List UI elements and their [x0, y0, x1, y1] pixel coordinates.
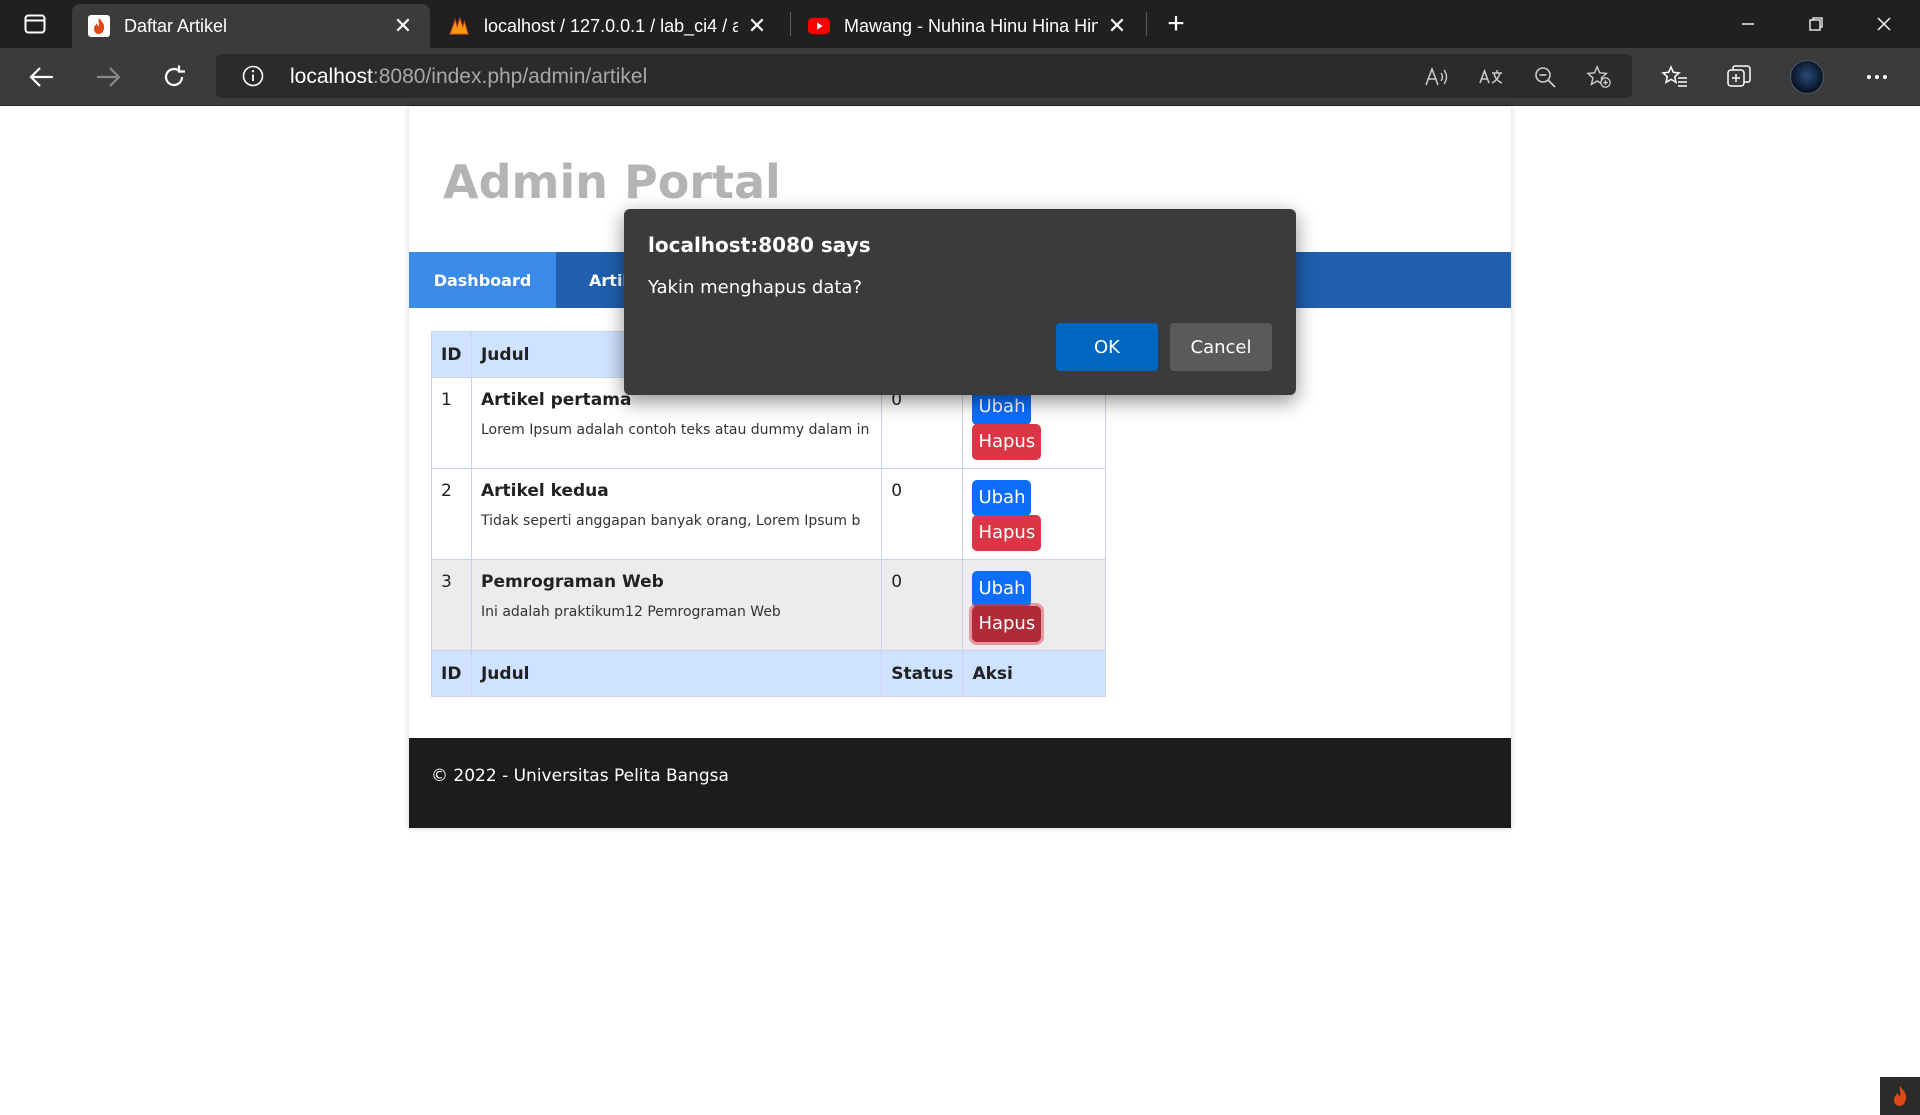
- hapus-button[interactable]: Hapus: [972, 515, 1042, 551]
- cancel-button[interactable]: Cancel: [1170, 323, 1272, 371]
- artikel-title: Pemrograman Web: [480, 572, 664, 592]
- cell-status: 0: [881, 559, 964, 651]
- artikel-excerpt: Ini adalah praktikum12 Pemrograman Web: [480, 604, 781, 620]
- cell-aksi: UbahHapus: [962, 468, 1106, 560]
- tab-phpmyadmin[interactable]: localhost / 127.0.0.1 / lab_ci4 / ar ✕: [432, 4, 784, 48]
- dialog-message: Yakin menghapus data?: [648, 277, 863, 298]
- phpmyadmin-icon: [448, 15, 470, 37]
- youtube-icon: [808, 15, 830, 37]
- add-favorite-icon[interactable]: [1586, 64, 1612, 90]
- tab-title: Mawang - Nuhina Hinu Hina Hin: [844, 15, 1098, 36]
- close-tab-icon[interactable]: ✕: [392, 13, 414, 38]
- ubah-button[interactable]: Ubah: [972, 480, 1032, 516]
- table-row: 3 Pemrograman Web Ini adalah praktikum12…: [431, 559, 1106, 651]
- tab-youtube[interactable]: Mawang - Nuhina Hinu Hina Hin ✕: [792, 4, 1144, 48]
- page-title: Admin Portal: [443, 155, 781, 209]
- back-icon[interactable]: [22, 58, 62, 96]
- cell-id: 1: [431, 377, 472, 469]
- translate-icon[interactable]: [1478, 64, 1504, 90]
- hapus-button[interactable]: Hapus: [972, 424, 1042, 460]
- footer-text: © 2022 - Universitas Pelita Bangsa: [431, 766, 729, 786]
- cell-judul: Artikel kedua Tidak seperti anggapan ban…: [470, 468, 883, 560]
- url-text[interactable]: localhost:8080/index.php/admin/artikel: [290, 65, 647, 89]
- refresh-icon[interactable]: [154, 58, 194, 96]
- tab-title: localhost / 127.0.0.1 / lab_ci4 / ar: [484, 15, 738, 36]
- cell-status: 0: [881, 468, 964, 560]
- column-footer-aksi: Aksi: [962, 650, 1106, 697]
- tab-title: Daftar Artikel: [124, 15, 228, 36]
- zoom-out-icon[interactable]: [1532, 64, 1558, 90]
- column-footer-status: Status: [881, 650, 964, 697]
- site-footer: © 2022 - Universitas Pelita Bangsa: [409, 738, 1511, 828]
- tab-actions-icon[interactable]: [18, 12, 52, 36]
- web-page: Admin Portal Dashboard Artikel ID Judul …: [0, 107, 1920, 1115]
- codeigniter-toolbar-icon[interactable]: [1880, 1077, 1920, 1115]
- confirm-dialog: localhost:8080 says Yakin menghapus data…: [624, 209, 1296, 395]
- dialog-title: localhost:8080 says: [648, 233, 871, 257]
- artikel-excerpt: Lorem Ipsum adalah contoh teks atau dumm…: [480, 422, 870, 438]
- close-window-icon[interactable]: [1864, 8, 1904, 40]
- restore-icon[interactable]: [1796, 8, 1836, 40]
- column-header-id: ID: [431, 331, 472, 378]
- codeigniter-flame-icon: [88, 15, 110, 37]
- table-footer-row: ID Judul Status Aksi: [431, 650, 1106, 697]
- more-options-icon[interactable]: [1858, 58, 1896, 96]
- cell-id: 3: [431, 559, 472, 651]
- favorites-icon[interactable]: [1656, 58, 1694, 96]
- artikel-title: Artikel kedua: [480, 481, 609, 501]
- url-host: localhost: [290, 65, 373, 88]
- hapus-button[interactable]: Hapus: [972, 606, 1042, 642]
- read-aloud-icon[interactable]: [1424, 64, 1450, 90]
- browser-toolbar: localhost:8080/index.php/admin/artikel: [0, 48, 1920, 106]
- cell-aksi: UbahHapus: [962, 559, 1106, 651]
- url-path: :8080/index.php/admin/artikel: [372, 65, 648, 88]
- ubah-button[interactable]: Ubah: [972, 571, 1032, 607]
- tab-separator: [1146, 12, 1147, 36]
- collections-icon[interactable]: [1720, 58, 1758, 96]
- forward-icon[interactable]: [88, 58, 128, 96]
- browser-tab-bar: Daftar Artikel ✕ localhost / 127.0.0.1 /…: [0, 0, 1920, 48]
- address-bar[interactable]: localhost:8080/index.php/admin/artikel: [216, 54, 1632, 98]
- tab-separator: [790, 12, 791, 36]
- table-row: 2 Artikel kedua Tidak seperti anggapan b…: [431, 468, 1106, 560]
- column-footer-judul: Judul: [470, 650, 883, 697]
- cell-id: 2: [431, 468, 472, 560]
- profile-avatar[interactable]: [1790, 60, 1824, 94]
- nav-dashboard[interactable]: Dashboard: [409, 252, 556, 308]
- tab-daftar-artikel[interactable]: Daftar Artikel ✕: [72, 4, 430, 48]
- artikel-excerpt: Tidak seperti anggapan banyak orang, Lor…: [480, 513, 861, 529]
- new-tab-icon[interactable]: +: [1160, 7, 1192, 40]
- minimize-icon[interactable]: [1728, 8, 1768, 40]
- site-info-icon[interactable]: [242, 65, 264, 87]
- close-tab-icon[interactable]: ✕: [1106, 13, 1128, 38]
- ok-button[interactable]: OK: [1056, 323, 1158, 371]
- close-tab-icon[interactable]: ✕: [746, 13, 768, 38]
- column-footer-id: ID: [431, 650, 472, 697]
- cell-judul: Pemrograman Web Ini adalah praktikum12 P…: [470, 559, 883, 651]
